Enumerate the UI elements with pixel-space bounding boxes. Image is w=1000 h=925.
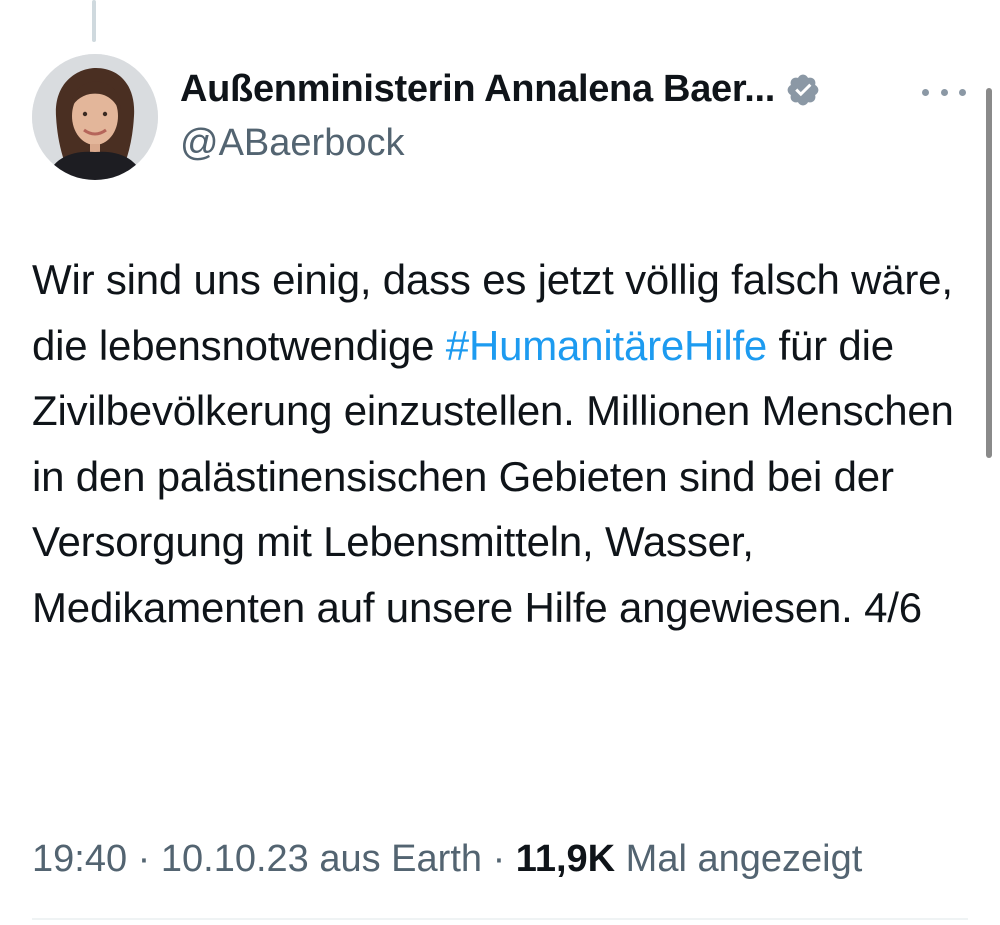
author-name-row: Außenministerin Annalena Baer... xyxy=(180,68,821,111)
meta-separator: · xyxy=(127,838,161,880)
tweet-time[interactable]: 19:40 xyxy=(32,838,127,880)
tweet-text: Wir sind uns einig, dass es jetzt völlig… xyxy=(32,247,972,640)
author-handle[interactable]: @ABaerbock xyxy=(180,122,404,165)
views-count: 11,9K xyxy=(515,838,616,880)
hashtag-link[interactable]: #HumanitäreHilfe xyxy=(446,322,767,369)
divider xyxy=(32,918,968,920)
views-label: Mal angezeigt xyxy=(615,838,863,880)
more-dots-icon xyxy=(959,88,966,96)
thread-connector-line xyxy=(92,0,96,42)
verified-badge-icon xyxy=(785,72,821,108)
tweet-source: aus Earth xyxy=(308,838,483,880)
more-options-button[interactable] xyxy=(922,82,966,102)
author-display-name[interactable]: Außenministerin Annalena Baer... xyxy=(180,68,775,111)
more-dots-icon xyxy=(940,88,948,96)
meta-separator: · xyxy=(482,838,516,880)
tweet-meta: 19:40 · 10.10.23 aus Earth · 11,9K Mal a… xyxy=(32,838,862,881)
tweet-date[interactable]: 10.10.23 xyxy=(161,838,309,880)
scrollbar[interactable] xyxy=(986,88,992,458)
avatar-photo xyxy=(32,54,158,180)
more-dots-icon xyxy=(922,88,929,96)
avatar[interactable] xyxy=(32,54,158,180)
